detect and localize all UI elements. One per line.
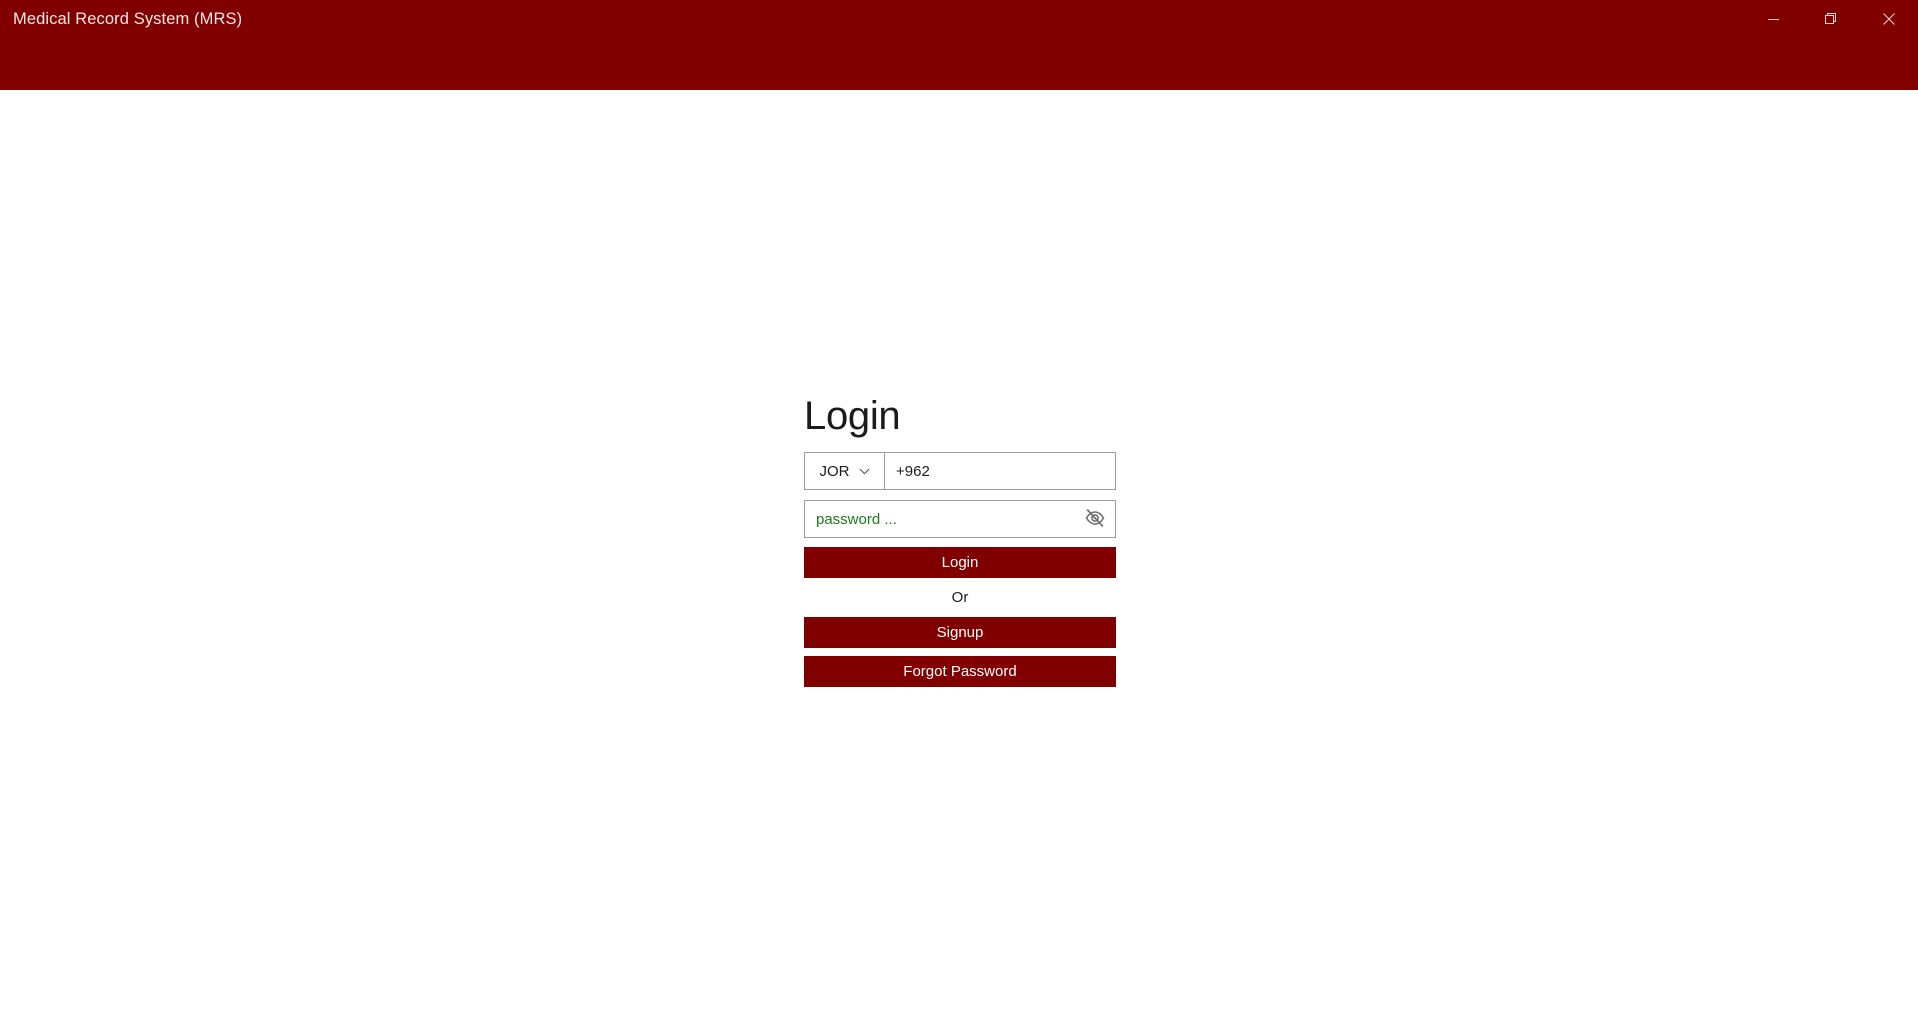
close-icon [1883,13,1895,25]
window-title: Medical Record System (MRS) [13,10,243,28]
restore-button[interactable] [1802,0,1860,38]
password-row [804,500,1116,538]
login-form: Login JOR Login Or Signu [804,396,1116,687]
toggle-password-visibility-button[interactable] [1082,506,1108,532]
eye-slash-icon [1084,507,1106,532]
window-controls [1744,0,1918,38]
signup-button[interactable]: Signup [804,617,1116,648]
phone-number-input[interactable] [885,453,1115,489]
close-button[interactable] [1860,0,1918,38]
password-input[interactable] [805,501,1115,537]
phone-number-row: JOR [804,452,1116,490]
window-titlebar: Medical Record System (MRS) [0,0,1918,90]
minimize-icon [1767,14,1779,25]
country-code-select[interactable]: JOR [805,453,885,489]
country-code-label: JOR [819,462,850,480]
restore-icon [1825,13,1837,25]
chevron-down-icon [858,468,870,475]
page-title: Login [804,394,901,438]
or-divider-label: Or [951,589,969,606]
forgot-password-button[interactable]: Forgot Password [804,656,1116,687]
login-button[interactable]: Login [804,547,1116,578]
minimize-button[interactable] [1744,0,1802,38]
